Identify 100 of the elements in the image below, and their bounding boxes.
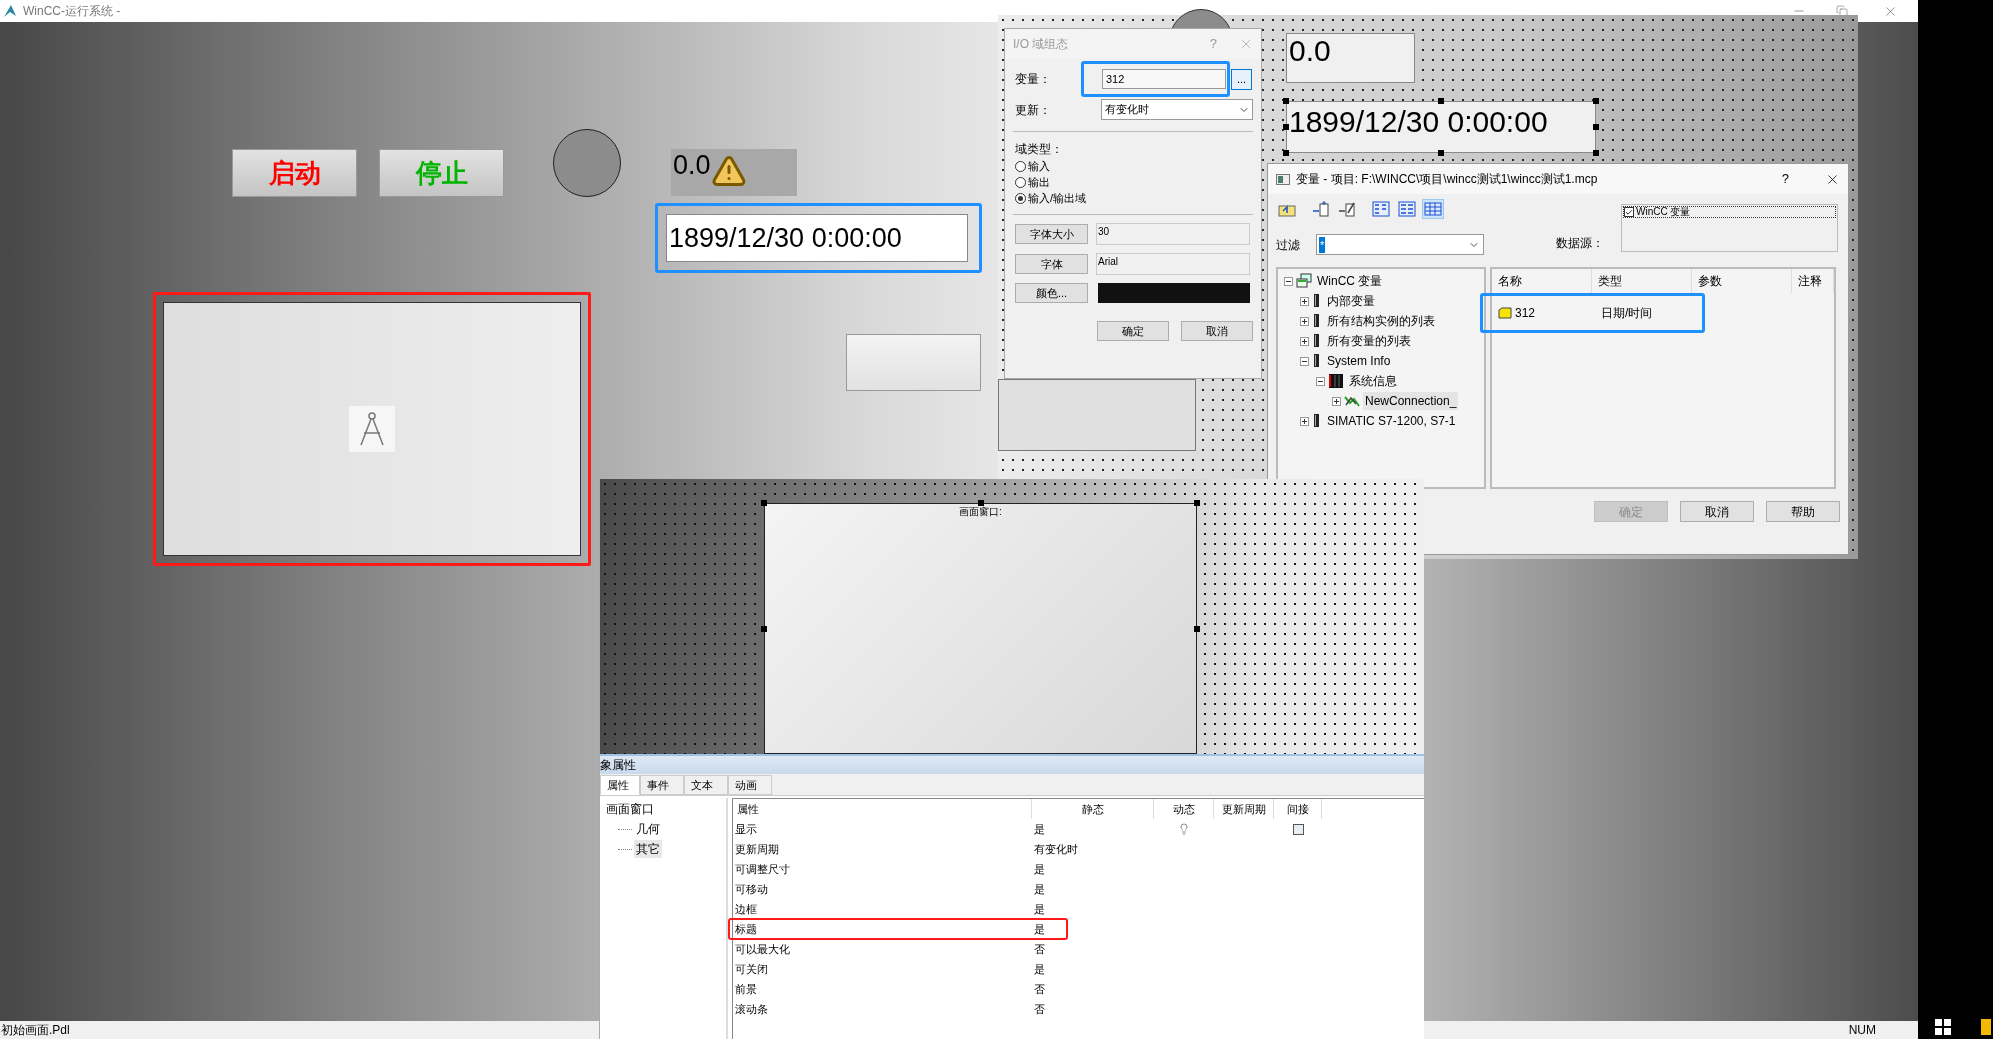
expand-icon[interactable] [1300,316,1309,326]
resize-handle[interactable] [761,500,767,506]
table-cell-text: 滚动条 [734,1001,769,1017]
toolbar-button[interactable] [1310,199,1332,219]
collapse-icon[interactable] [1316,376,1325,386]
tree-item[interactable]: 几何 [634,820,662,838]
resize-handle[interactable] [1438,150,1444,156]
radio-button[interactable] [1015,176,1026,188]
tag-input[interactable]: 312 [1102,69,1226,89]
expand-icon[interactable] [1300,416,1309,426]
num-lock-indicator: NUM [1848,1022,1876,1039]
table-cell-text: 可调整尺寸 [734,861,791,877]
lightbulb-icon[interactable] [1178,823,1190,835]
resize-handle[interactable] [1593,98,1599,104]
toolbar-button[interactable] [1422,199,1444,219]
taskbar-app-icon[interactable] [1980,1019,1991,1035]
table-cell-text: 否 [1033,981,1046,997]
tree-item[interactable]: 其它 [634,840,662,858]
tree-item[interactable]: 所有结构实例的列表 [1325,312,1437,330]
resize-handle[interactable] [978,500,984,506]
toolbar-button[interactable] [1396,199,1418,219]
column-header[interactable]: 更新周期 [1214,799,1274,819]
field-label: 变量： [1014,71,1052,88]
filter-dropdown[interactable]: * [1316,234,1484,255]
io-field[interactable]: 0.0 [1286,33,1415,83]
restore-icon[interactable] [1836,5,1848,17]
tree-item[interactable]: NewConnection_ [1363,392,1459,410]
resize-handle[interactable] [1593,150,1599,156]
unit-icon [1328,373,1344,389]
resize-handle[interactable] [1283,124,1289,130]
table-cell-text: 否 [1033,1001,1046,1017]
expand-icon[interactable] [1300,296,1309,306]
table-cell-text: 是 [1033,901,1046,917]
collapse-icon[interactable] [1300,356,1309,366]
format-value-field: Arial [1096,253,1250,275]
resize-handle[interactable] [1194,500,1200,506]
browse-button[interactable]: ... [1231,68,1252,90]
expand-icon[interactable] [1300,336,1309,346]
dialog-button[interactable]: 取消 [1181,321,1253,341]
radio-button[interactable] [1015,192,1026,204]
tree-item[interactable]: WinCC 变量 [1315,272,1385,290]
resize-handle[interactable] [1194,626,1200,632]
small-icons-view-icon [1372,201,1390,217]
windows-start-icon[interactable] [1934,1019,1951,1035]
help-button[interactable]: ? [1781,169,1789,189]
table-cell-text: 可移动 [734,881,769,897]
format-button[interactable]: 颜色... [1015,283,1088,303]
tree-item[interactable]: 内部变量 [1325,292,1377,310]
table-cell-text: 是 [1033,961,1046,977]
resize-handle[interactable] [1593,124,1599,130]
dialog-button[interactable]: 确定 [1097,321,1169,341]
panel-title: 象属性 [600,757,636,774]
dialog-button[interactable]: 帮助 [1766,501,1840,522]
driver-icon [1312,313,1322,329]
resize-handle[interactable] [1438,98,1444,104]
radio-button[interactable] [1015,160,1026,172]
tab[interactable]: 事件 [640,775,684,795]
tab[interactable]: 属性 [600,775,640,795]
checkbox[interactable] [1624,207,1634,217]
tree-item[interactable]: 所有变量的列表 [1325,332,1413,350]
datetime-field[interactable]: 1899/12/30 0:00:00 [666,214,968,262]
checkbox[interactable] [1292,823,1304,835]
details-view-icon [1424,201,1442,217]
column-header[interactable]: 属性 [733,799,1032,819]
dialog-button[interactable]: 取消 [1680,501,1754,522]
column-header[interactable]: 参数 [1692,269,1792,293]
column-header[interactable]: 类型 [1592,269,1692,293]
tree-item[interactable]: SIMATIC S7-1200, S7-1 [1325,412,1458,430]
column-header[interactable]: 间接 [1274,799,1322,819]
check-icon [1625,207,1633,217]
column-header[interactable]: 动态 [1154,799,1214,819]
table-cell-text: 否 [1033,941,1046,957]
tree-item[interactable]: System Info [1325,352,1393,370]
tab[interactable]: 文本 [684,775,728,795]
expand-icon[interactable] [1332,396,1341,406]
tab[interactable]: 动画 [728,775,772,795]
table-cell-text: 是 [1033,861,1046,877]
datetime-field[interactable]: 1899/12/30 0:00:00 [1286,101,1596,153]
tree-item[interactable]: 系统信息 [1347,372,1399,390]
new-item-icon [1312,201,1330,217]
table-cell-text: 日期/时间 [1600,305,1653,322]
resize-handle[interactable] [1283,98,1289,104]
column-header[interactable]: 注释 [1792,269,1834,293]
radio-label: 输出 [1028,174,1050,190]
resize-handle[interactable] [1283,150,1289,156]
table-cell-text: 可关闭 [734,961,769,977]
collapse-icon[interactable] [1284,276,1293,286]
io-field[interactable]: 0.0 [671,149,797,196]
io-field-value: 0.0 [673,149,711,181]
format-button[interactable]: 字体大小 [1015,224,1088,244]
toolbar-button[interactable] [1370,199,1392,219]
resize-handle[interactable] [761,626,767,632]
update-dropdown[interactable]: 有变化时 [1101,99,1253,120]
column-header[interactable]: 名称 [1492,269,1592,293]
column-header[interactable]: 静态 [1032,799,1154,819]
format-button[interactable]: 字体 [1015,254,1088,274]
tree-item[interactable]: 画面窗口 [604,800,656,818]
picture-window[interactable]: 画面窗口: [764,503,1197,754]
group-label: 域类型： [1014,141,1064,158]
format-value-field: 30 [1096,223,1250,245]
